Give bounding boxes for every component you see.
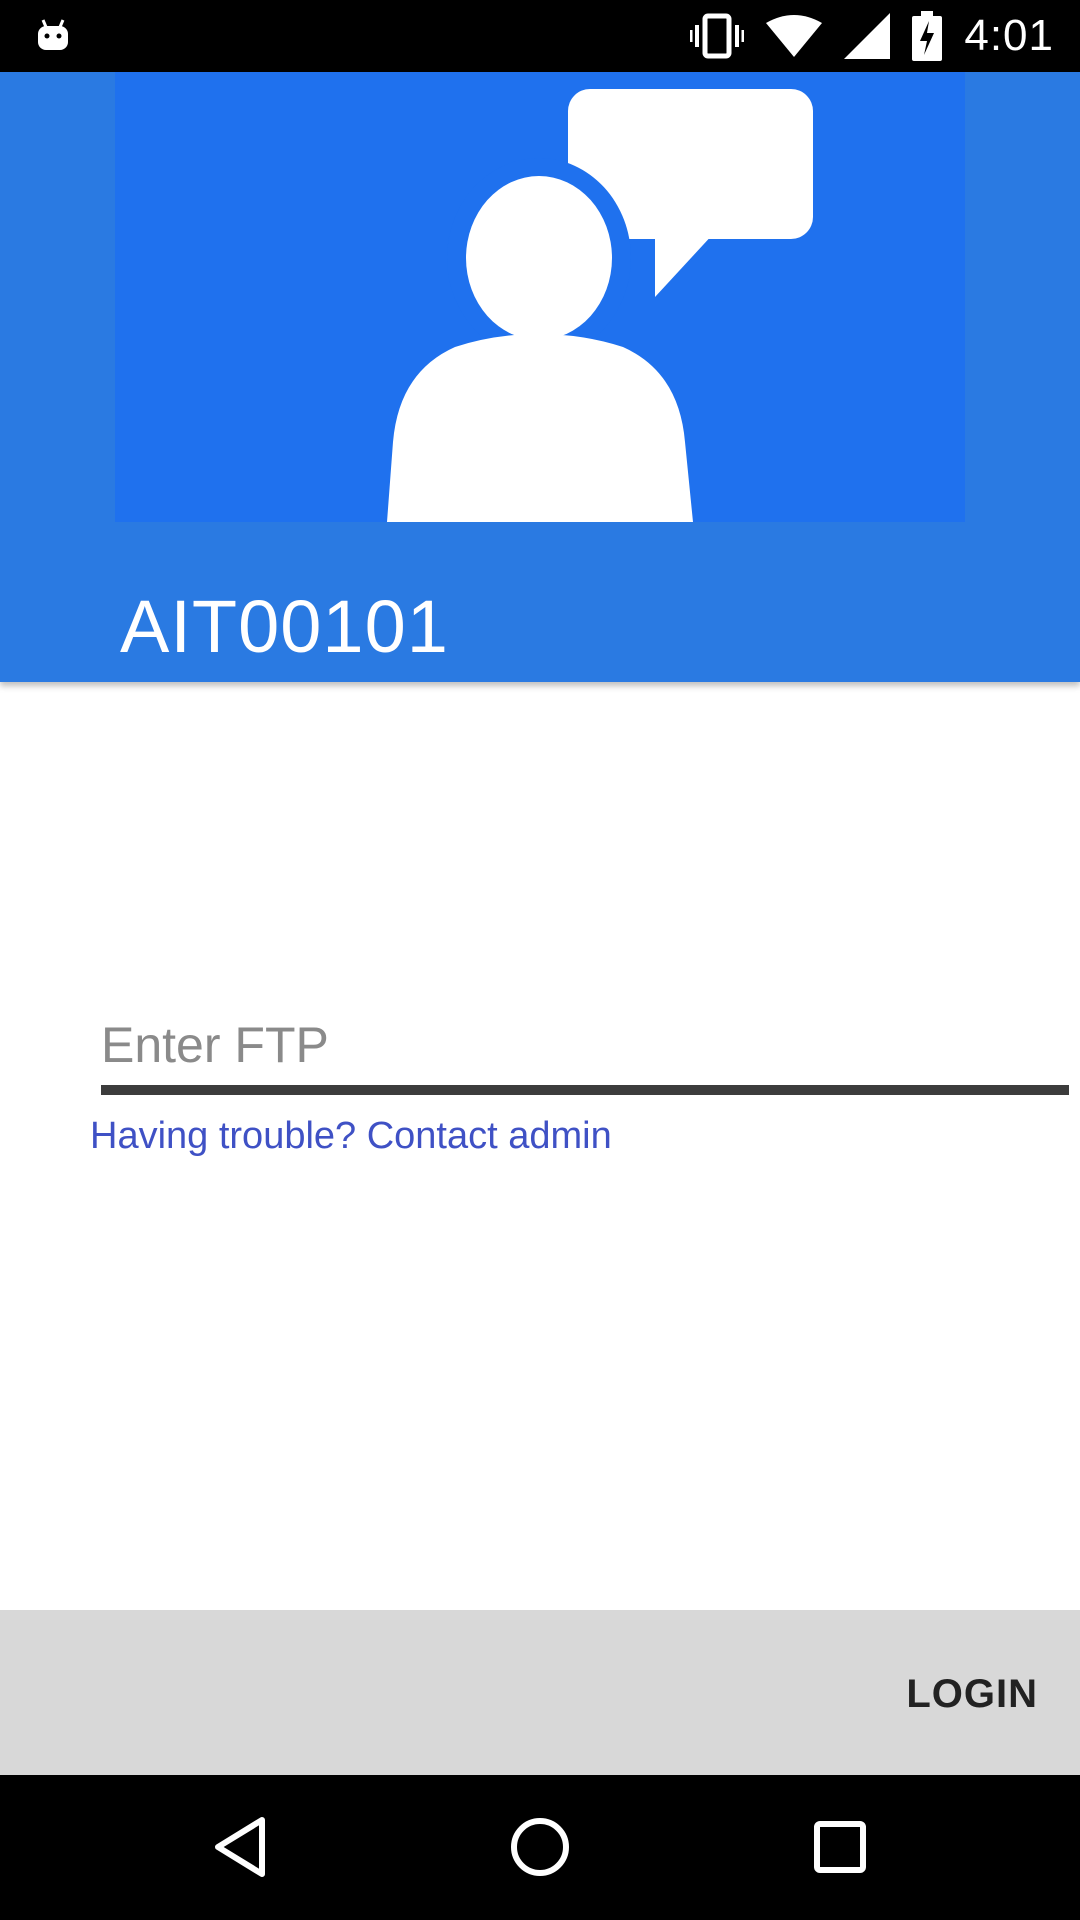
login-button[interactable]: LOGIN bbox=[0, 1610, 1080, 1775]
recents-button[interactable] bbox=[790, 1797, 890, 1897]
home-button[interactable] bbox=[490, 1797, 590, 1897]
recents-icon bbox=[814, 1821, 866, 1873]
person-speech-bubble-icon bbox=[387, 89, 813, 522]
android-notification-icon bbox=[38, 19, 68, 50]
header-image bbox=[115, 72, 965, 522]
home-icon bbox=[511, 1818, 569, 1876]
status-icons: 4:01 bbox=[690, 0, 1054, 72]
contact-admin-link[interactable]: Having trouble? Contact admin bbox=[90, 1115, 612, 1158]
login-screen: 4:01 AIT00101 Having trouble? Contact ad… bbox=[0, 0, 1080, 1920]
back-button[interactable] bbox=[190, 1797, 290, 1897]
status-bar: 4:01 bbox=[0, 0, 1080, 72]
status-time: 4:01 bbox=[964, 11, 1054, 60]
battery-charging-icon bbox=[912, 11, 943, 61]
vibrate-icon bbox=[690, 13, 745, 59]
header: AIT00101 bbox=[0, 72, 1080, 682]
wifi-icon bbox=[766, 15, 823, 57]
ftp-input[interactable] bbox=[101, 1005, 1069, 1095]
navigation-bar bbox=[0, 1775, 1080, 1920]
login-button-label: LOGIN bbox=[906, 1672, 1038, 1716]
signal-icon bbox=[844, 13, 891, 59]
page-title: AIT00101 bbox=[120, 585, 449, 668]
back-icon bbox=[215, 1817, 265, 1877]
